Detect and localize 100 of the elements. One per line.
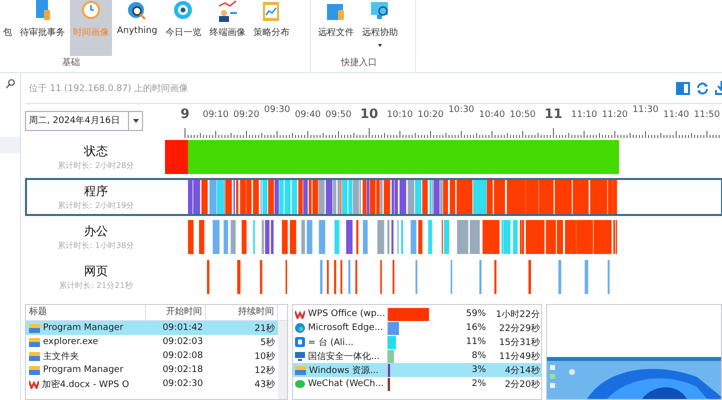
ribbon-button[interactable]: 终端画像: [206, 0, 248, 56]
row-title: 状态: [84, 143, 108, 160]
column-header[interactable]: 开始时间: [146, 305, 206, 320]
group-label: 快捷入口: [340, 56, 378, 70]
folder-icon: [295, 365, 306, 375]
table-cell-text: 主文件夹: [43, 350, 79, 362]
caret-icon: [132, 119, 138, 123]
caret-icon: [378, 44, 382, 47]
usage-duration: 22分29秒: [498, 322, 540, 334]
table-cell-text: 43秒: [254, 378, 275, 390]
person-chart-icon: [216, 0, 238, 22]
time-label: 10:10: [386, 110, 413, 120]
monitor-icon: [295, 351, 305, 361]
ribbon-button[interactable]: 今日一览: [162, 0, 204, 56]
time-label: 09:20: [233, 110, 260, 120]
app-name: WPS Office (wp...: [308, 309, 386, 319]
search-icon: [6, 79, 14, 89]
columns-icon[interactable]: [676, 82, 690, 94]
ribbon-button[interactable]: 策略分布: [250, 0, 292, 56]
header-title: 位于 11 (192.168.0.87) 上的时间画像: [29, 82, 188, 94]
time-label: 09:50: [326, 110, 352, 120]
chat-icon: [295, 379, 305, 389]
folder-icon: [29, 323, 40, 333]
usage-percent: 2%: [470, 379, 486, 389]
app-name: WeChat (WeCh...: [308, 379, 384, 389]
ribbon-button[interactable]: 远程协助: [359, 0, 401, 56]
usage-percent: 16%: [464, 323, 486, 333]
time-label: 09:30: [264, 105, 290, 115]
table-cell: Program Manager: [43, 323, 124, 333]
table-row[interactable]: 加密4.docx - WPS O 09:02:30 43秒: [26, 377, 278, 391]
time-label: 09:40: [294, 110, 321, 120]
table-cell-text: 5秒: [260, 336, 275, 348]
row-title: 办公: [84, 223, 108, 240]
usage-percent: 11%: [464, 337, 486, 347]
time-label: 11:10: [571, 110, 598, 120]
date-select[interactable]: 周二, 2024年4月16日: [25, 111, 143, 131]
app-row[interactable]: WeChat (WeCh... 2% 2分20秒: [293, 377, 541, 391]
app-name: Windows 资源...: [309, 364, 379, 376]
usage-percent: 59%: [464, 309, 486, 319]
refresh-icon[interactable]: [696, 82, 709, 94]
column-header[interactable]: 标题: [26, 305, 146, 320]
dropdown-button[interactable]: [128, 112, 142, 130]
table-row[interactable]: 主文件夹 09:02:08 10秒: [26, 349, 278, 363]
usage-duration: 2分20秒: [504, 378, 540, 390]
app-name: Microsoft Edge...: [308, 323, 384, 333]
app-row[interactable]: Microsoft Edge... 16% 22分29秒: [293, 321, 541, 335]
row-title: 程序: [84, 183, 108, 200]
usage-percent: 3%: [470, 365, 486, 375]
sidebar-highlight: [0, 137, 20, 153]
group-label: 基础: [61, 56, 81, 70]
w-logo-icon: [29, 379, 39, 389]
table-cell: Program Manager: [43, 365, 124, 375]
table-cell-text: 12秒: [254, 364, 275, 376]
time-label: 11:40: [663, 110, 690, 120]
ribbon-button[interactable]: 包: [0, 0, 15, 56]
table-cell-text: 21秒: [254, 322, 275, 334]
app-row[interactable]: WPS Office (wp... 59% 1小时22分: [293, 307, 541, 321]
folder-icon: [29, 351, 40, 361]
ribbon-button[interactable]: 待审批事务: [17, 0, 68, 56]
time-label: 9: [180, 107, 190, 122]
usage-duration: 4分14秒: [504, 364, 540, 376]
table-cell: 09:01:42: [162, 323, 203, 333]
table-row[interactable]: Program Manager 09:02:18 12秒: [26, 363, 278, 377]
app-name: 国信安全一体化...: [308, 350, 380, 362]
usage-duration: 1小时22分: [494, 308, 540, 320]
column-header[interactable]: 持续时间: [206, 305, 278, 320]
usage-percent: 8%: [470, 351, 486, 361]
time-label: 10:40: [479, 110, 505, 120]
row-total: 累计时长: 2小时19分: [58, 200, 134, 211]
time-label: 11:20: [602, 110, 628, 120]
timeline-row[interactable]: 程序 累计时长: 2小时19分: [25, 178, 722, 216]
time-label: 09:10: [202, 110, 229, 120]
usage-duration: 15分31秒: [498, 336, 540, 348]
table-cell: 09:02:18: [162, 365, 203, 375]
ribbon-button[interactable]: Anything: [114, 0, 160, 56]
table-cell-text: 10秒: [254, 350, 275, 362]
w-logo-icon: [295, 309, 305, 319]
row-total: 累计时长: 21分21秒: [59, 280, 133, 291]
timeline-row[interactable]: 网页 累计时长: 21分21秒: [25, 258, 722, 296]
timeline-row[interactable]: 办公 累计时长: 1小时38分: [25, 218, 722, 256]
table-cell: 09:02:03: [162, 337, 203, 347]
app-row[interactable]: Windows 资源... 3% 4分14秒: [293, 363, 541, 377]
time-label: 10:50: [510, 110, 536, 120]
usage-duration: 11分49秒: [498, 350, 540, 362]
app-name: = 台 (Ali...: [308, 336, 354, 348]
swirl-icon: [295, 323, 305, 333]
time-label: 11:50: [694, 110, 720, 120]
table-row[interactable]: explorer.exe 09:02:03 5秒: [26, 335, 278, 349]
time-label: 10: [360, 107, 378, 122]
ribbon-button[interactable]: 远程文件: [315, 0, 357, 56]
folder-icon: [29, 365, 40, 375]
folder-icon: [29, 337, 40, 347]
time-label: 11:30: [632, 105, 658, 115]
table-cell: 09:02:08: [162, 351, 203, 361]
app-row[interactable]: = 台 (Ali... 11% 15分31秒: [293, 335, 541, 349]
scrollbar[interactable]: [278, 321, 287, 399]
timeline-row[interactable]: 状态 累计时长: 2小时28分: [25, 138, 722, 176]
clock-icon: [80, 0, 102, 22]
table-cell: 09:02:30: [162, 379, 203, 389]
table-row[interactable]: Program Manager 09:01:42 21秒: [26, 321, 278, 335]
